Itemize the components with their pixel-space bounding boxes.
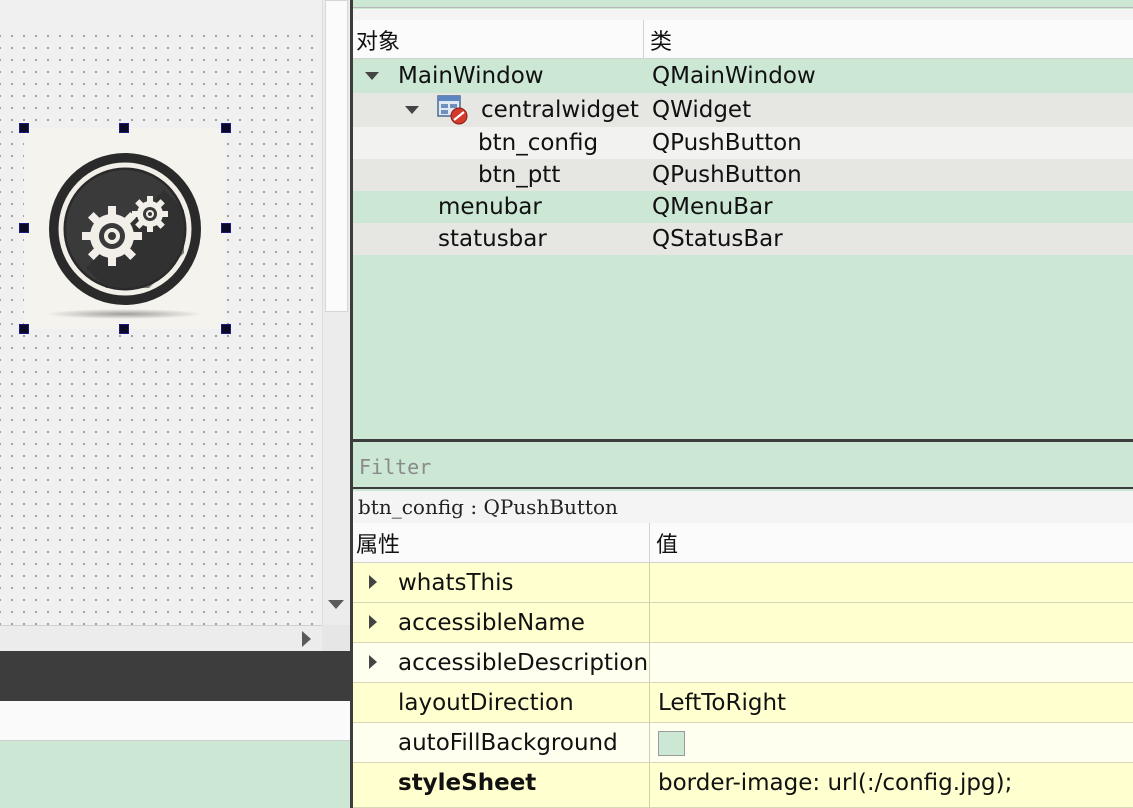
column-divider	[649, 723, 650, 763]
resize-handle-t[interactable]	[119, 123, 129, 133]
top-strip	[353, 0, 1133, 8]
property-name: autoFillBackground	[398, 730, 618, 756]
column-value[interactable]: 值	[656, 527, 678, 559]
property-name: accessibleName	[398, 610, 585, 636]
tree-item-name: btn_ptt	[478, 162, 561, 188]
expand-arrow-icon[interactable]	[369, 615, 377, 629]
tree-row-btn-config[interactable]: btn_config QPushButton	[353, 127, 1133, 159]
top-gap	[353, 9, 1133, 20]
scroll-right-arrow-icon[interactable]	[302, 631, 311, 647]
column-property[interactable]: 属性	[356, 527, 400, 559]
form-editor-pane	[0, 0, 352, 808]
tree-row-statusbar[interactable]: statusbar QStatusBar	[353, 223, 1133, 255]
property-editor-header: 属性 值	[353, 523, 1133, 563]
object-tree: MainWindow QMainWindow centralwidget QWi…	[353, 59, 1133, 439]
filter-input[interactable]	[359, 454, 1119, 480]
tree-item-class: QPushButton	[652, 162, 802, 188]
column-divider[interactable]	[643, 20, 644, 59]
tree-item-name: menubar	[438, 194, 542, 220]
tree-item-name: statusbar	[438, 226, 547, 252]
tree-item-name: btn_config	[478, 130, 599, 156]
collapse-arrow-icon[interactable]	[405, 106, 419, 114]
resize-handle-tl[interactable]	[19, 123, 29, 133]
horizontal-scrollbar[interactable]	[0, 625, 322, 651]
column-divider	[649, 563, 650, 603]
property-row-autofillbackground[interactable]: autoFillBackground	[353, 723, 1133, 763]
btn-config-widget[interactable]	[24, 128, 226, 329]
tree-item-class: QStatusBar	[652, 226, 783, 252]
column-divider	[649, 643, 650, 683]
tree-item-class: QMainWindow	[652, 63, 816, 89]
property-value[interactable]: border-image: url(:/config.jpg);	[658, 763, 1012, 803]
tree-row-centralwidget[interactable]: centralwidget QWidget	[353, 93, 1133, 127]
inspector-pane: 对象 类 MainWindow QMainWindow centralwidge…	[353, 0, 1133, 808]
object-inspector-header: 对象 类	[353, 20, 1133, 59]
scroll-down-arrow-icon[interactable]	[328, 600, 344, 609]
tree-item-class: QMenuBar	[652, 194, 773, 220]
tree-row-btn-ptt[interactable]: btn_ptt QPushButton	[353, 159, 1133, 191]
property-name: accessibleDescription	[398, 650, 649, 676]
gear-icon	[46, 153, 202, 319]
canvas-top-edge	[0, 0, 322, 27]
property-row-whatsthis[interactable]: whatsThis	[353, 563, 1133, 603]
collapse-arrow-icon[interactable]	[365, 72, 379, 80]
tree-row-mainwindow[interactable]: MainWindow QMainWindow	[353, 59, 1133, 93]
tree-item-name: centralwidget	[481, 97, 639, 123]
autofillbackground-checkbox[interactable]	[658, 731, 685, 756]
widget-icon	[437, 95, 468, 125]
column-object[interactable]: 对象	[356, 24, 400, 56]
column-divider	[649, 603, 650, 643]
empty-panel-body	[0, 741, 350, 808]
tree-item-class: QPushButton	[652, 130, 802, 156]
form-canvas[interactable]	[0, 0, 322, 625]
tree-item-name: MainWindow	[398, 63, 544, 89]
property-row-accessiblename[interactable]: accessibleName	[353, 603, 1133, 643]
column-divider[interactable]	[649, 523, 650, 563]
expand-arrow-icon[interactable]	[369, 655, 377, 669]
column-class[interactable]: 类	[650, 24, 672, 56]
resize-handle-br[interactable]	[221, 324, 231, 334]
resize-handle-l[interactable]	[19, 223, 29, 233]
filter-box	[353, 442, 1133, 489]
property-row-stylesheet[interactable]: styleSheet border-image: url(:/config.jp…	[353, 763, 1133, 808]
column-divider	[649, 683, 650, 723]
resize-handle-b[interactable]	[119, 324, 129, 334]
expand-arrow-icon[interactable]	[369, 575, 377, 589]
vertical-scrollbar[interactable]	[322, 0, 350, 625]
resize-handle-tr[interactable]	[221, 123, 231, 133]
column-divider	[649, 763, 650, 808]
resize-handle-bl[interactable]	[19, 324, 29, 334]
vertical-scroll-thumb[interactable]	[325, 0, 348, 312]
scrollbar-corner	[322, 625, 350, 651]
tree-row-menubar[interactable]: menubar QMenuBar	[353, 191, 1133, 223]
property-table: whatsThis accessibleName accessibleDescr…	[353, 563, 1133, 808]
selected-object-label: btn_config : QPushButton	[353, 491, 1133, 523]
property-row-layoutdirection[interactable]: layoutDirection LeftToRight	[353, 683, 1133, 723]
tree-item-class: QWidget	[652, 97, 752, 123]
property-row-accessibledescription[interactable]: accessibleDescription	[353, 643, 1133, 683]
property-value[interactable]: LeftToRight	[658, 683, 786, 723]
property-name: styleSheet	[398, 770, 537, 796]
panel-divider	[0, 651, 350, 701]
property-name: whatsThis	[398, 570, 514, 596]
resize-handle-r[interactable]	[221, 223, 231, 233]
property-name: layoutDirection	[398, 690, 574, 716]
empty-panel-header	[0, 701, 350, 741]
